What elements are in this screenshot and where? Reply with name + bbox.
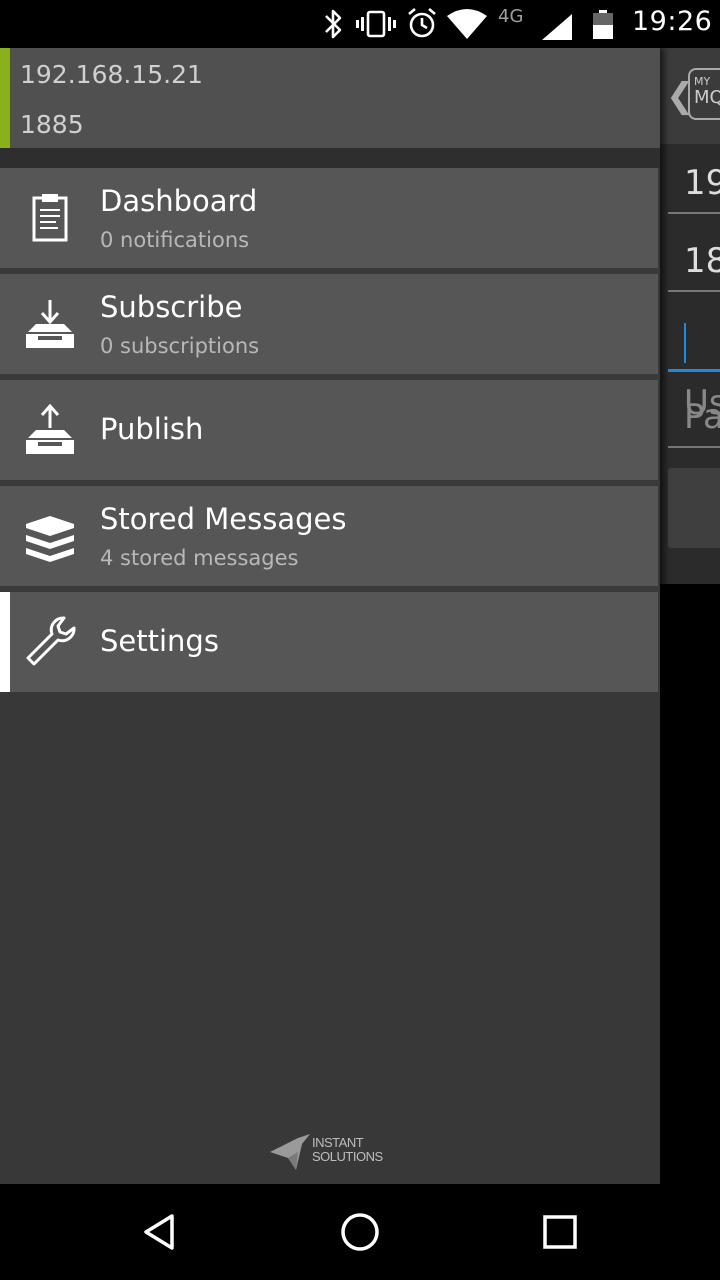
recents-button[interactable] bbox=[530, 1202, 590, 1262]
navigation-bar bbox=[0, 1184, 720, 1280]
wifi-icon bbox=[447, 9, 487, 39]
vibrate-icon bbox=[356, 10, 396, 38]
selected-indicator bbox=[0, 592, 10, 692]
menu-item-label: Subscribe bbox=[100, 290, 243, 324]
bird-logo-icon bbox=[270, 1134, 310, 1170]
tray-upload-icon bbox=[26, 403, 74, 454]
broker-host: 192.168.15.21 bbox=[20, 60, 203, 89]
app-logo-bottom: MQ bbox=[694, 87, 720, 108]
port-field[interactable]: 18 bbox=[668, 230, 720, 292]
battery-icon bbox=[593, 10, 613, 39]
background-app: ❮ MY MQ 19 18 Us Pa bbox=[660, 48, 720, 1184]
menu-item-dashboard[interactable]: Dashboard 0 notifications bbox=[0, 168, 658, 268]
tray-download-icon bbox=[26, 300, 74, 348]
menu-item-settings[interactable]: Settings bbox=[0, 592, 658, 692]
navigation-drawer: 192.168.15.21 1885 Dashboard 0 notificat… bbox=[0, 48, 660, 1184]
back-button[interactable] bbox=[130, 1202, 190, 1262]
menu-item-publish[interactable]: Publish bbox=[0, 380, 658, 480]
password-field[interactable]: Pa bbox=[668, 386, 720, 448]
menu-item-label: Settings bbox=[100, 624, 219, 658]
menu-item-label: Stored Messages bbox=[100, 502, 347, 536]
home-button[interactable] bbox=[330, 1202, 390, 1262]
clipboard-icon bbox=[32, 194, 68, 242]
layers-icon bbox=[26, 516, 74, 562]
brand-line-2: SOLUTIONS bbox=[312, 1149, 383, 1164]
status-clock: 19:26 bbox=[632, 6, 713, 37]
drawer-divider bbox=[0, 148, 660, 168]
menu-item-stored-messages[interactable]: Stored Messages 4 stored messages bbox=[0, 486, 658, 586]
menu-item-subscribe[interactable]: Subscribe 0 subscriptions bbox=[0, 274, 658, 374]
bluetooth-icon bbox=[325, 9, 342, 39]
connect-button[interactable] bbox=[668, 468, 720, 548]
connection-status-indicator bbox=[0, 48, 10, 148]
brand-line-1: INSTANT bbox=[312, 1135, 364, 1150]
network-type-label: 4G bbox=[498, 6, 524, 27]
back-icon bbox=[144, 1214, 174, 1250]
instant-solutions-logo: INSTANT SOLUTIONS bbox=[268, 1128, 398, 1178]
host-field[interactable]: 19 bbox=[668, 152, 720, 214]
menu-item-sublabel: 4 stored messages bbox=[100, 546, 299, 570]
app-logo: MY MQ bbox=[688, 68, 720, 120]
background-toolbar: ❮ MY MQ bbox=[660, 48, 720, 144]
recents-icon bbox=[543, 1215, 577, 1249]
menu-item-label: Publish bbox=[100, 412, 204, 446]
menu-item-label: Dashboard bbox=[100, 184, 258, 218]
alarm-icon bbox=[408, 8, 436, 38]
drawer-header: 192.168.15.21 1885 bbox=[0, 48, 660, 148]
status-bar: 4G 19:26 bbox=[0, 0, 720, 48]
signal-icon bbox=[542, 14, 572, 40]
menu-item-sublabel: 0 notifications bbox=[100, 228, 250, 252]
wrench-icon bbox=[26, 616, 76, 666]
home-icon bbox=[341, 1213, 379, 1251]
broker-port: 1885 bbox=[20, 110, 84, 139]
menu-item-sublabel: 0 subscriptions bbox=[100, 334, 260, 358]
brand-text: INSTANT SOLUTIONS bbox=[312, 1136, 383, 1164]
username-field[interactable]: Us bbox=[668, 310, 720, 423]
